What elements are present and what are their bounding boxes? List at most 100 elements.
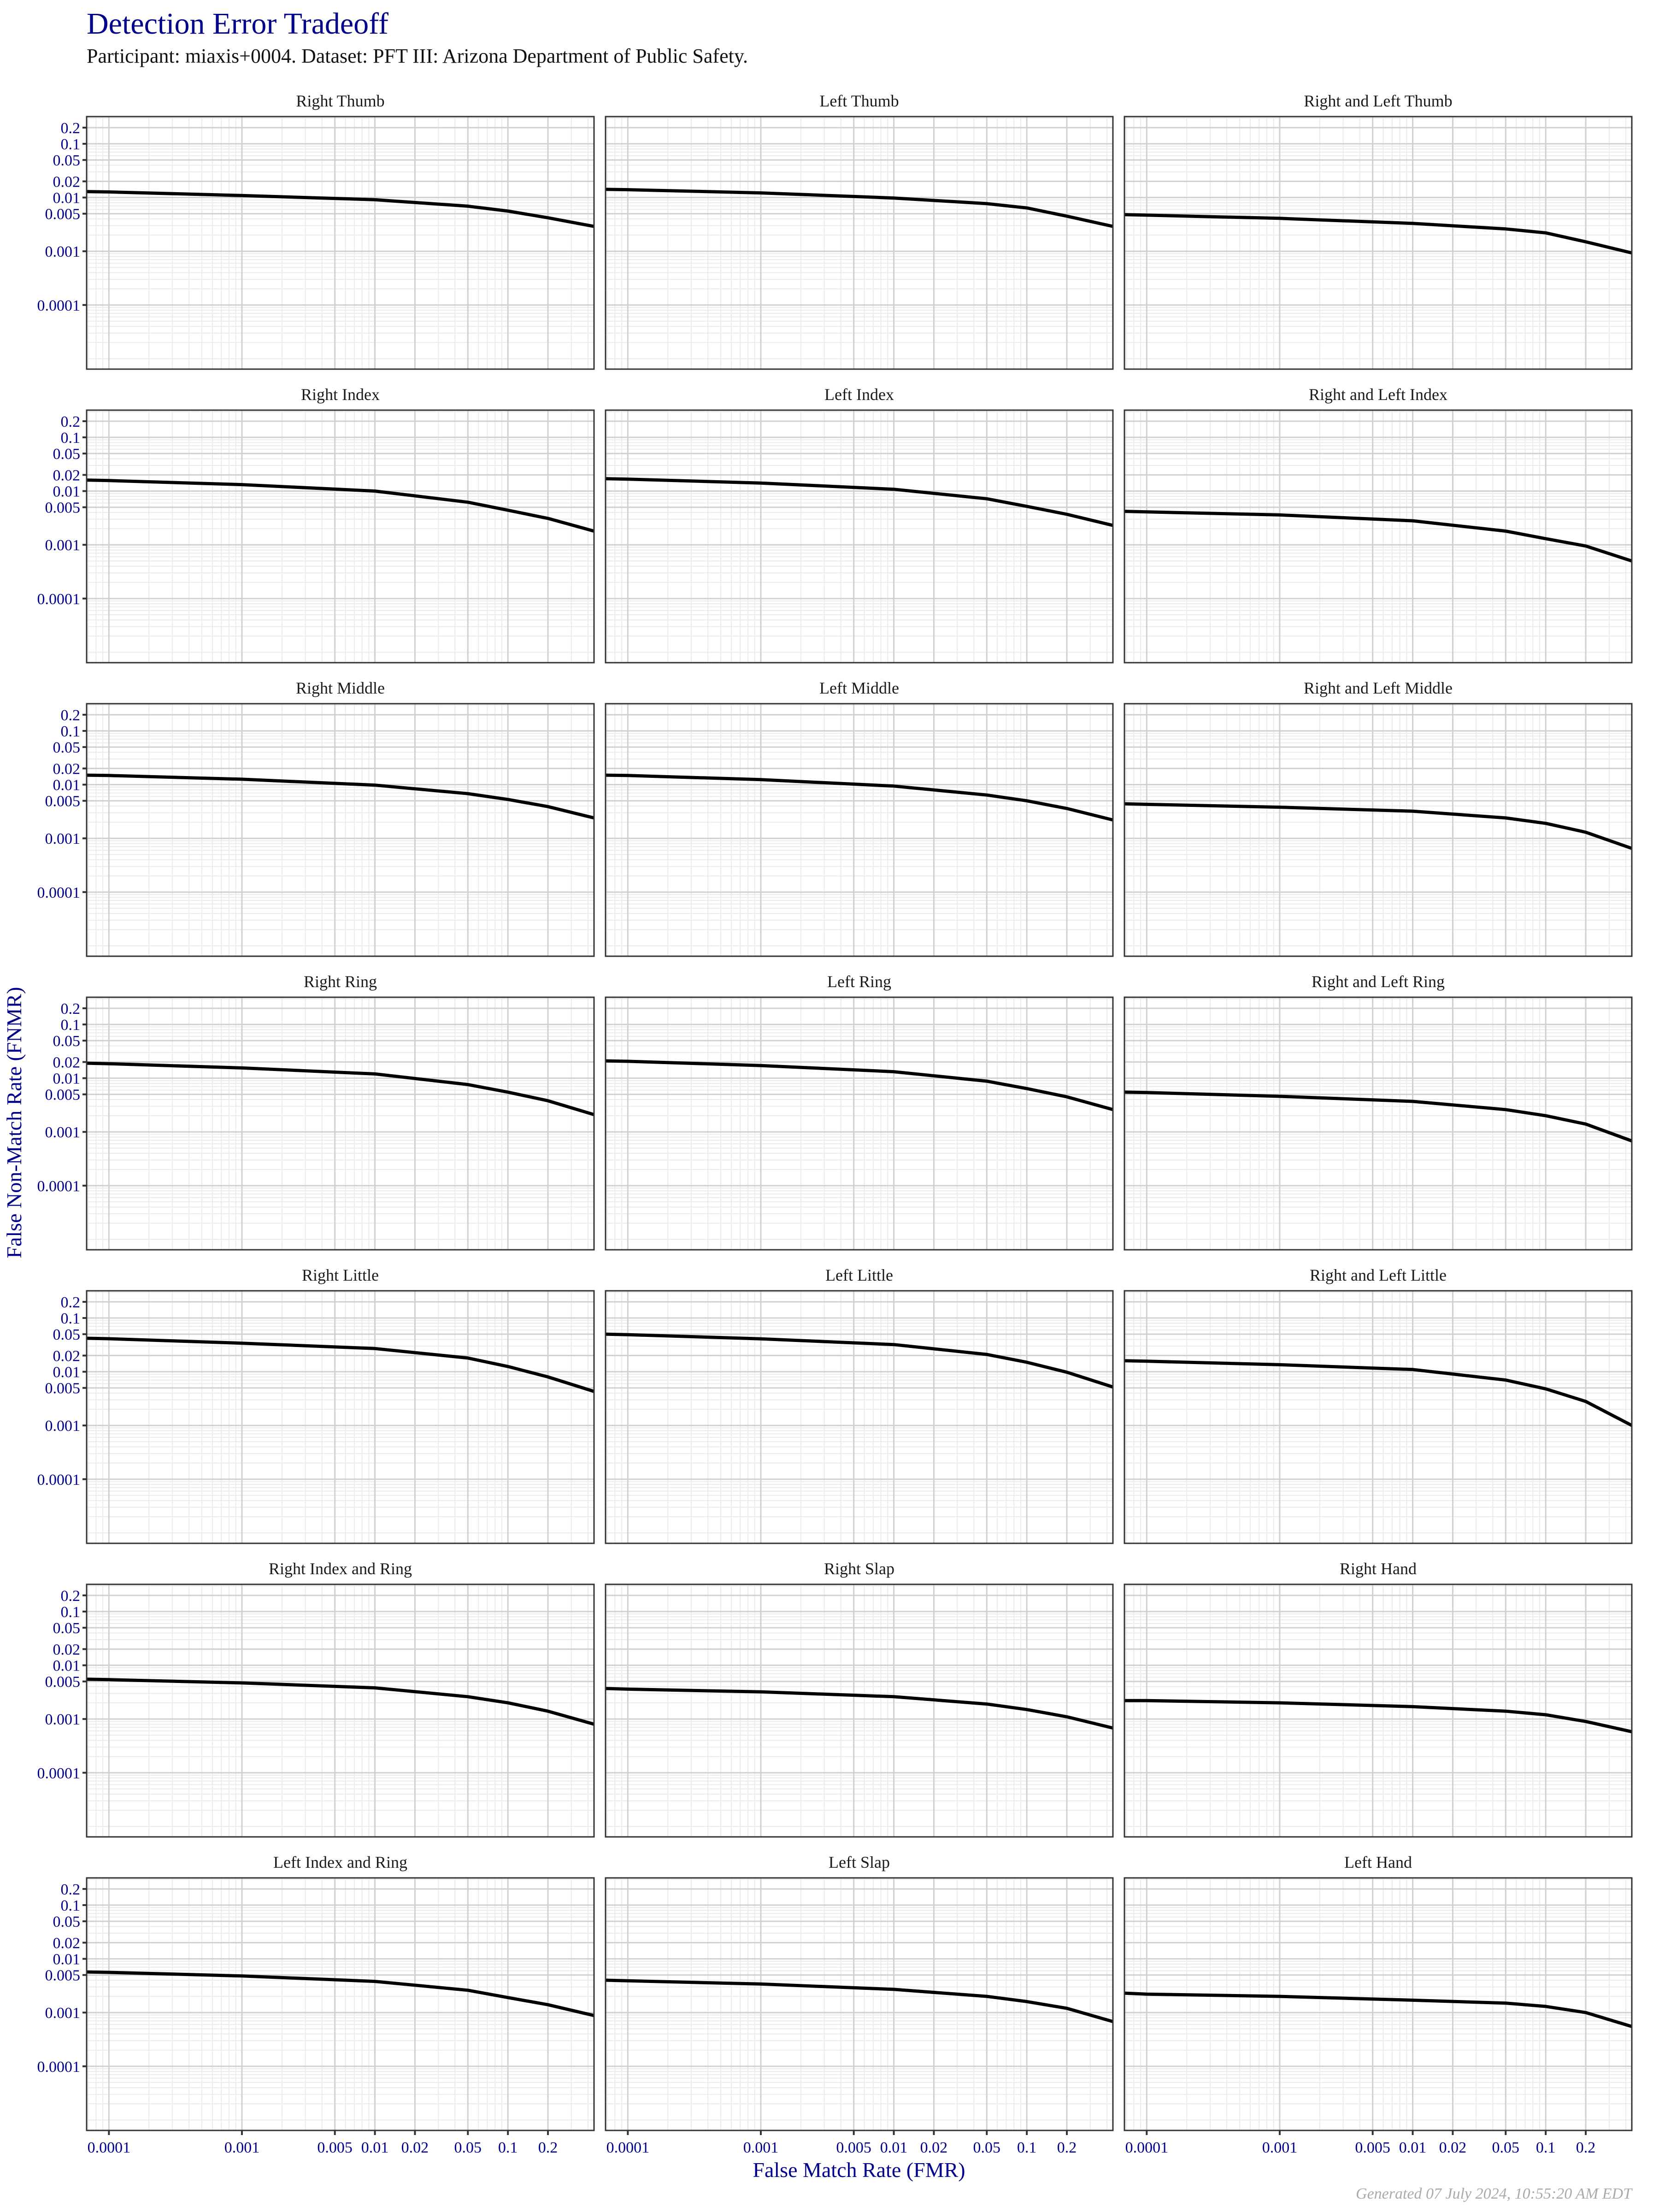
facet-panel: Right and Left Little xyxy=(1124,1266,1633,1544)
panel-title: Right and Left Middle xyxy=(1304,679,1453,697)
y-tick-label: 0.001 xyxy=(45,243,81,260)
panel-title: Right Slap xyxy=(824,1559,894,1578)
facet-panel: Right Ring 0.20.10.05 0.020.010.005 0.001 0.… xyxy=(37,972,595,1251)
panel-title: Right Ring xyxy=(304,972,377,991)
panel-title: Right Index and Ring xyxy=(269,1559,412,1578)
facet-panel: Left Slap 0.0001 0.001 0.005 0.01 0.02 0.05 0.1… xyxy=(605,1853,1114,2156)
y-tick-label: 0.02 xyxy=(53,174,81,191)
y-tick-label: 0.1 xyxy=(61,1310,81,1327)
x-tick-label: 0.0001 xyxy=(1125,2139,1169,2156)
panel-background xyxy=(1124,410,1632,663)
panel-background xyxy=(87,117,594,369)
panel-background xyxy=(606,1291,1113,1543)
y-tick-label: 0.0001 xyxy=(37,1178,81,1195)
y-tick-label: 0.2 xyxy=(61,1294,81,1311)
y-tick-label: 0.2 xyxy=(61,1881,81,1898)
y-tick-label: 0.0001 xyxy=(37,1765,81,1782)
y-tick-label: 0.001 xyxy=(45,1711,81,1728)
y-tick-label: 0.01 xyxy=(53,1658,81,1675)
x-tick-label: 0.1 xyxy=(1536,2139,1556,2156)
x-tick-label: 0.01 xyxy=(361,2139,389,2156)
panel-background xyxy=(87,410,594,663)
y-tick-label: 0.2 xyxy=(61,1000,81,1018)
x-tick-label: 0.0001 xyxy=(606,2139,650,2156)
x-tick-label: 0.001 xyxy=(224,2139,260,2156)
y-tick-label: 0.005 xyxy=(45,1380,81,1397)
panel-title: Left Little xyxy=(825,1266,893,1284)
panel-background xyxy=(606,410,1113,663)
y-tick-label: 0.02 xyxy=(53,1348,81,1365)
x-tick-label: 0.2 xyxy=(1576,2139,1596,2156)
facet-panel: Right and Left Index xyxy=(1124,385,1633,664)
panel-title: Left Hand xyxy=(1344,1853,1412,1871)
det-facet-chart: Right Thumb0.20.10.050.020.010.0050.0010… xyxy=(2,92,1633,2182)
y-tick-label: 0.2 xyxy=(61,413,81,430)
panel-background xyxy=(87,1584,594,1837)
y-tick-label: 0.01 xyxy=(53,1071,81,1088)
y-tick-label: 0.001 xyxy=(45,537,81,554)
y-tick-label: 0.005 xyxy=(45,1967,81,1984)
x-tick-label: 0.01 xyxy=(880,2139,908,2156)
x-tick-label: 0.005 xyxy=(1355,2139,1390,2156)
y-tick-label: 0.005 xyxy=(45,206,81,223)
generated-timestamp: Generated 07 July 2024, 10:55:20 AM EDT xyxy=(1356,2185,1632,2202)
x-tick-label: 0.05 xyxy=(1492,2139,1520,2156)
y-tick-label: 0.01 xyxy=(53,1951,81,1968)
panel-title: Left Ring xyxy=(827,972,891,991)
panel-background xyxy=(1124,1584,1632,1837)
panel-background xyxy=(87,704,594,956)
panel-title: Right Middle xyxy=(296,679,385,697)
panel-background xyxy=(606,117,1113,369)
panel-title: Right and Left Little xyxy=(1310,1266,1447,1284)
y-tick-label: 0.02 xyxy=(53,467,81,484)
panel-background xyxy=(1124,997,1632,1250)
y-tick-label: 0.02 xyxy=(53,1935,81,1952)
facet-panel: Right and Left Ring xyxy=(1124,972,1633,1251)
facet-panel: Left Thumb xyxy=(605,92,1114,370)
facet-panel: Left Index xyxy=(605,385,1114,664)
x-tick-label: 0.2 xyxy=(538,2139,558,2156)
x-tick-label: 0.001 xyxy=(743,2139,779,2156)
panel-title: Left Index xyxy=(824,385,894,404)
x-tick-label: 0.0001 xyxy=(88,2139,131,2156)
panel-background xyxy=(1124,1291,1632,1543)
y-tick-label: 0.1 xyxy=(61,429,81,447)
y-tick-label: 0.05 xyxy=(53,1033,81,1050)
y-tick-label: 0.001 xyxy=(45,1124,81,1141)
x-tick-label: 0.1 xyxy=(498,2139,518,2156)
facet-panel: Right and Left Thumb xyxy=(1124,92,1633,370)
y-tick-label: 0.01 xyxy=(53,1364,81,1381)
facet-panel: Left Ring xyxy=(605,972,1114,1251)
x-axis-title: False Match Rate (FMR) xyxy=(753,2158,965,2182)
y-tick-label: 0.0001 xyxy=(37,884,81,901)
panel-title: Right Index xyxy=(301,385,380,404)
panel-background xyxy=(87,997,594,1250)
panel-title: Right and Left Index xyxy=(1309,385,1447,404)
y-tick-label: 0.05 xyxy=(53,1620,81,1637)
panel-background xyxy=(606,704,1113,956)
y-tick-label: 0.01 xyxy=(53,777,81,794)
facet-panel: Left Middle xyxy=(605,679,1114,957)
y-tick-label: 0.001 xyxy=(45,1418,81,1435)
y-tick-label: 0.2 xyxy=(61,120,81,137)
y-tick-label: 0.0001 xyxy=(37,591,81,608)
panel-title: Right Thumb xyxy=(296,92,384,110)
facet-panel: Right Little 0.20.10.05 0.020.010.005 0.001… xyxy=(37,1266,595,1544)
x-tick-label: 0.05 xyxy=(454,2139,482,2156)
panel-background xyxy=(87,1291,594,1543)
y-tick-label: 0.1 xyxy=(61,723,81,740)
panel-title: Right and Left Thumb xyxy=(1304,92,1452,110)
facet-panels: Right Thumb0.20.10.050.020.010.0050.0010… xyxy=(37,92,1633,2156)
y-tick-label: 0.01 xyxy=(53,483,81,500)
y-tick-label: 0.05 xyxy=(53,446,81,463)
y-tick-label: 0.02 xyxy=(53,1641,81,1659)
y-tick-label: 0.1 xyxy=(61,136,81,153)
x-tick-label: 0.01 xyxy=(1399,2139,1427,2156)
y-tick-label: 0.05 xyxy=(53,1913,81,1930)
panel-title: Left Middle xyxy=(819,679,899,697)
y-tick-label: 0.001 xyxy=(45,830,81,847)
y-tick-label: 0.05 xyxy=(53,152,81,169)
facet-panel: Right Index 0.20.10.05 0.020.010.005 0.001 0… xyxy=(37,385,595,664)
y-tick-label: 0.005 xyxy=(45,1674,81,1691)
x-tick-label: 0.02 xyxy=(401,2139,429,2156)
